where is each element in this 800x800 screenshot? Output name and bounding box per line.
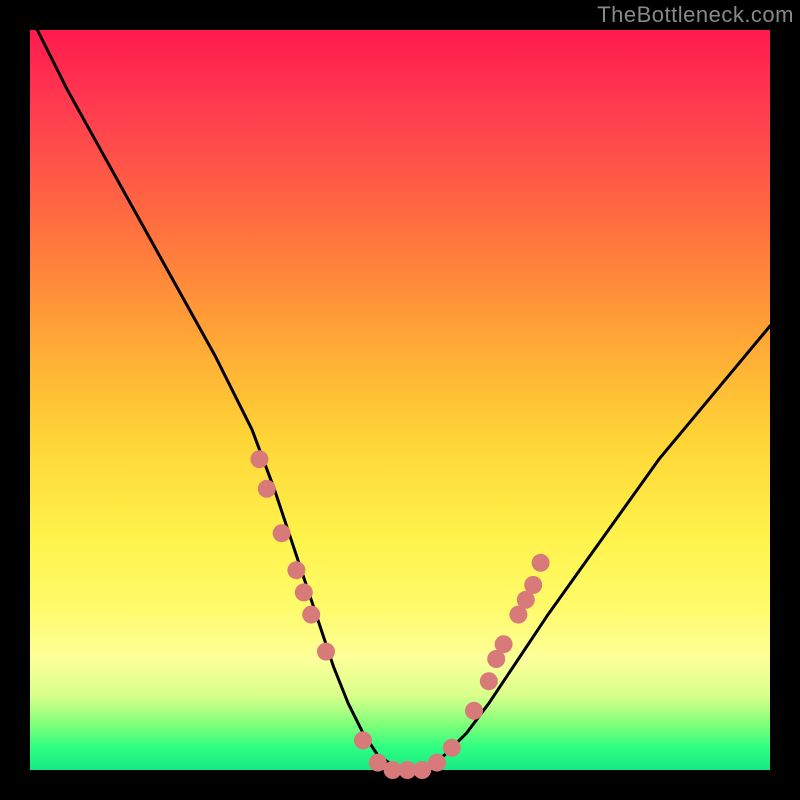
plot-background xyxy=(30,30,770,770)
watermark-label: TheBottleneck.com xyxy=(597,2,794,28)
chart-frame: TheBottleneck.com xyxy=(0,0,800,800)
